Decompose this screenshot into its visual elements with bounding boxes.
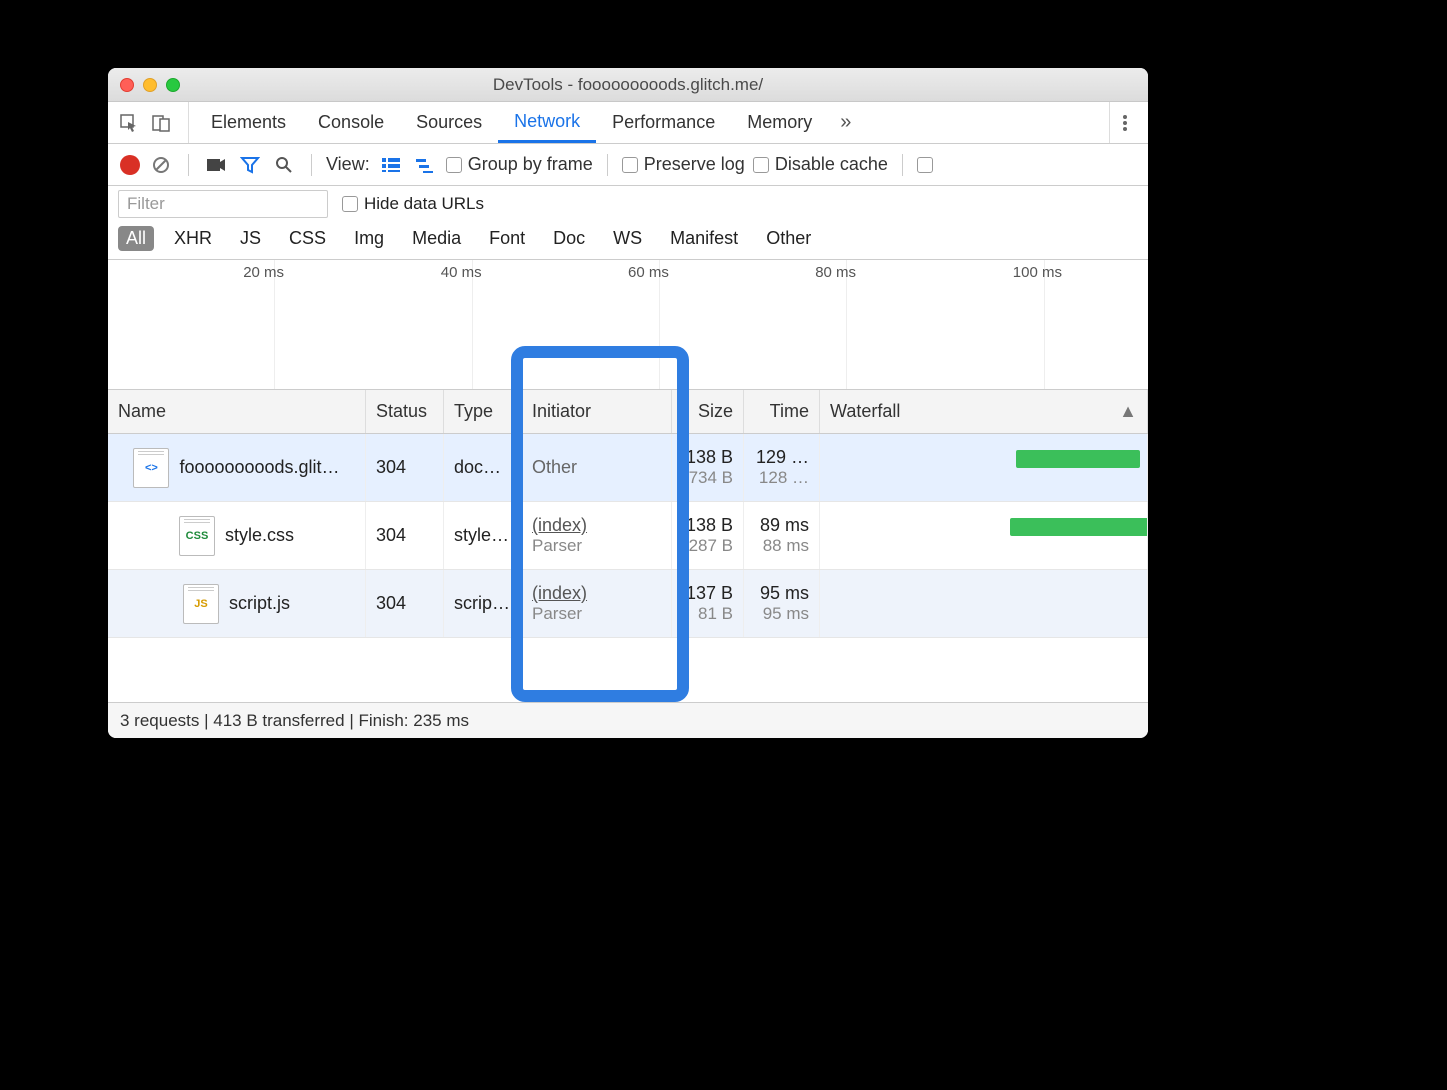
tab-elements[interactable]: Elements [195,102,302,143]
filter-ws[interactable]: WS [605,226,650,251]
request-name: script.js [229,593,290,614]
preserve-log-checkbox[interactable]: Preserve log [622,154,745,175]
sort-asc-icon: ▲ [1119,401,1137,422]
table-row[interactable]: JS script.js 304 scrip… (index)Parser 13… [108,570,1148,638]
type-filters: All XHR JS CSS Img Media Font Doc WS Man… [108,222,1148,260]
settings-kebab-icon[interactable] [1109,102,1140,143]
filter-input[interactable]: Filter [118,190,328,218]
network-toolbar: View: Group by frame Preserve log Disabl… [108,144,1148,186]
view-label: View: [326,154,370,175]
overview-icon[interactable] [412,152,438,178]
filter-xhr[interactable]: XHR [166,226,220,251]
clear-icon[interactable] [148,152,174,178]
table-row[interactable]: CSS style.css 304 style… (index)Parser 1… [108,502,1148,570]
filter-icon[interactable] [237,152,263,178]
js-file-icon: JS [183,584,219,624]
tab-network[interactable]: Network [498,102,596,143]
tab-console[interactable]: Console [302,102,400,143]
window-title: DevTools - fooooooooods.glitch.me/ [108,75,1148,95]
record-icon[interactable] [120,155,140,175]
tab-performance[interactable]: Performance [596,102,731,143]
camera-icon[interactable] [203,152,229,178]
tabs-overflow-icon[interactable]: » [828,102,863,143]
col-status[interactable]: Status [366,390,444,433]
status-bar: 3 requests | 413 B transferred | Finish:… [108,702,1148,738]
filter-manifest[interactable]: Manifest [662,226,746,251]
filter-row: Filter Hide data URLs [108,186,1148,222]
panel-tabs: Elements Console Sources Network Perform… [108,102,1148,144]
filter-doc[interactable]: Doc [545,226,593,251]
col-type[interactable]: Type [444,390,522,433]
devtools-window: DevTools - fooooooooods.glitch.me/ Eleme… [108,68,1148,738]
request-name: style.css [225,525,294,546]
request-name: fooooooooods.glit… [179,457,339,478]
filter-font[interactable]: Font [481,226,533,251]
css-file-icon: CSS [179,516,215,556]
table-row[interactable]: <> fooooooooods.glit… 304 doc… Other 138… [108,434,1148,502]
col-time[interactable]: Time [744,390,820,433]
hide-data-urls-checkbox[interactable]: Hide data URLs [342,194,484,214]
filter-js[interactable]: JS [232,226,269,251]
offline-checkbox-partial[interactable] [917,157,933,173]
waterfall-bar [1016,450,1140,468]
disable-cache-checkbox[interactable]: Disable cache [753,154,888,175]
filter-all[interactable]: All [118,226,154,251]
col-size[interactable]: Size [672,390,744,433]
titlebar: DevTools - fooooooooods.glitch.me/ [108,68,1148,102]
tab-memory[interactable]: Memory [731,102,828,143]
device-toolbar-icon[interactable] [148,110,174,136]
filter-other[interactable]: Other [758,226,819,251]
col-initiator[interactable]: Initiator [522,390,672,433]
timeline-overview[interactable]: 20 ms 40 ms 60 ms 80 ms 100 ms [108,260,1148,390]
inspect-element-icon[interactable] [116,110,142,136]
large-rows-icon[interactable] [378,152,404,178]
filter-media[interactable]: Media [404,226,469,251]
col-name[interactable]: Name [108,390,366,433]
waterfall-bar [1010,518,1148,536]
filter-img[interactable]: Img [346,226,392,251]
group-by-frame-checkbox[interactable]: Group by frame [446,154,593,175]
html-file-icon: <> [133,448,169,488]
tab-sources[interactable]: Sources [400,102,498,143]
col-waterfall[interactable]: Waterfall ▲ [820,390,1148,433]
search-icon[interactable] [271,152,297,178]
filter-css[interactable]: CSS [281,226,334,251]
requests-table: Name Status Type Initiator Size Time Wat… [108,390,1148,702]
table-header: Name Status Type Initiator Size Time Wat… [108,390,1148,434]
